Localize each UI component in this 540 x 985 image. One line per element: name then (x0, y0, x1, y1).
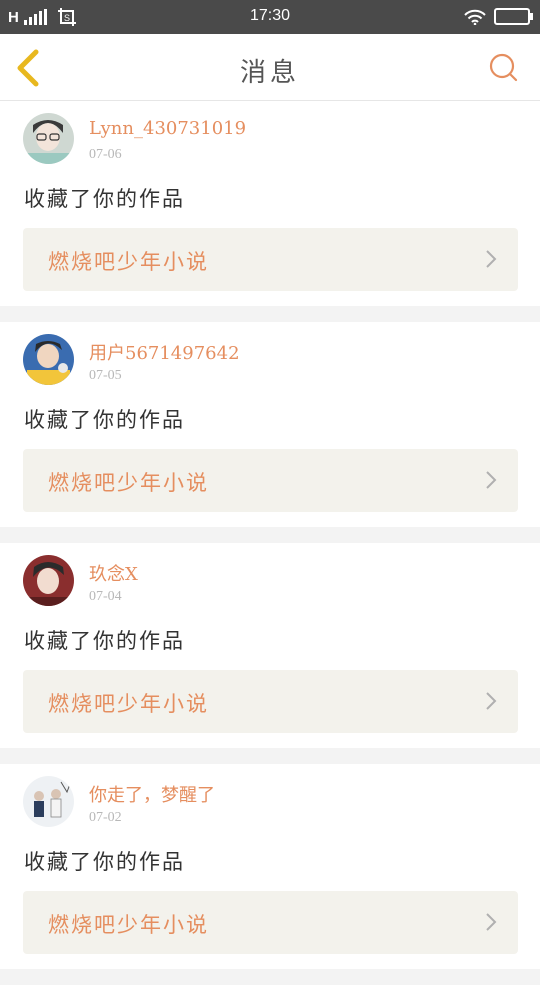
avatar[interactable] (23, 776, 74, 827)
status-time: 17:30 (249, 7, 291, 24)
message-date: 07-02 (89, 810, 122, 825)
chevron-right-icon (486, 692, 497, 710)
message-date: 07-06 (89, 147, 122, 162)
message-date: 07-05 (89, 368, 122, 383)
work-title: 燃烧吧少年小说 (48, 913, 209, 937)
work-title: 燃烧吧少年小说 (48, 692, 209, 716)
message-card: 你走了，梦醒了 07-02 收藏了你的作品 燃烧吧少年小说 (0, 764, 540, 969)
username[interactable]: Lynn_430731019 (89, 118, 246, 139)
action-text: 收藏了你的作品 (24, 850, 185, 874)
battery-icon (494, 8, 533, 25)
message-feed: Lynn_430731019 07-06 收藏了你的作品 燃烧吧少年小说 用户5… (0, 101, 540, 985)
wifi-icon (464, 9, 486, 25)
avatar[interactable] (23, 334, 74, 385)
work-link[interactable]: 燃烧吧少年小说 (23, 449, 518, 512)
work-title: 燃烧吧少年小说 (48, 471, 209, 495)
message-card: 用户5671497642 07-05 收藏了你的作品 燃烧吧少年小说 (0, 322, 540, 527)
username[interactable]: 你走了，梦醒了 (89, 781, 215, 807)
avatar[interactable] (23, 113, 74, 164)
work-title: 燃烧吧少年小说 (48, 250, 209, 274)
action-text: 收藏了你的作品 (24, 408, 185, 432)
action-text: 收藏了你的作品 (24, 187, 185, 211)
status-right (464, 8, 533, 25)
username[interactable]: 玖念X (89, 560, 138, 586)
nav-header: 消息 (0, 34, 540, 101)
work-link[interactable]: 燃烧吧少年小说 (23, 228, 518, 291)
chevron-right-icon (486, 471, 497, 489)
status-bar: H S 17:30 (0, 0, 540, 34)
page-title: 消息 (239, 58, 300, 88)
chevron-right-icon (486, 913, 497, 931)
username[interactable]: 用户5671497642 (89, 339, 240, 365)
avatar[interactable] (23, 555, 74, 606)
work-link[interactable]: 燃烧吧少年小说 (23, 891, 518, 954)
chevron-right-icon (486, 250, 497, 268)
work-link[interactable]: 燃烧吧少年小说 (23, 670, 518, 733)
message-date: 07-04 (89, 589, 122, 604)
search-icon[interactable] (488, 52, 520, 84)
message-card: Lynn_430731019 07-06 收藏了你的作品 燃烧吧少年小说 (0, 101, 540, 306)
action-text: 收藏了你的作品 (24, 629, 185, 653)
message-card: 玖念X 07-04 收藏了你的作品 燃烧吧少年小说 (0, 543, 540, 748)
